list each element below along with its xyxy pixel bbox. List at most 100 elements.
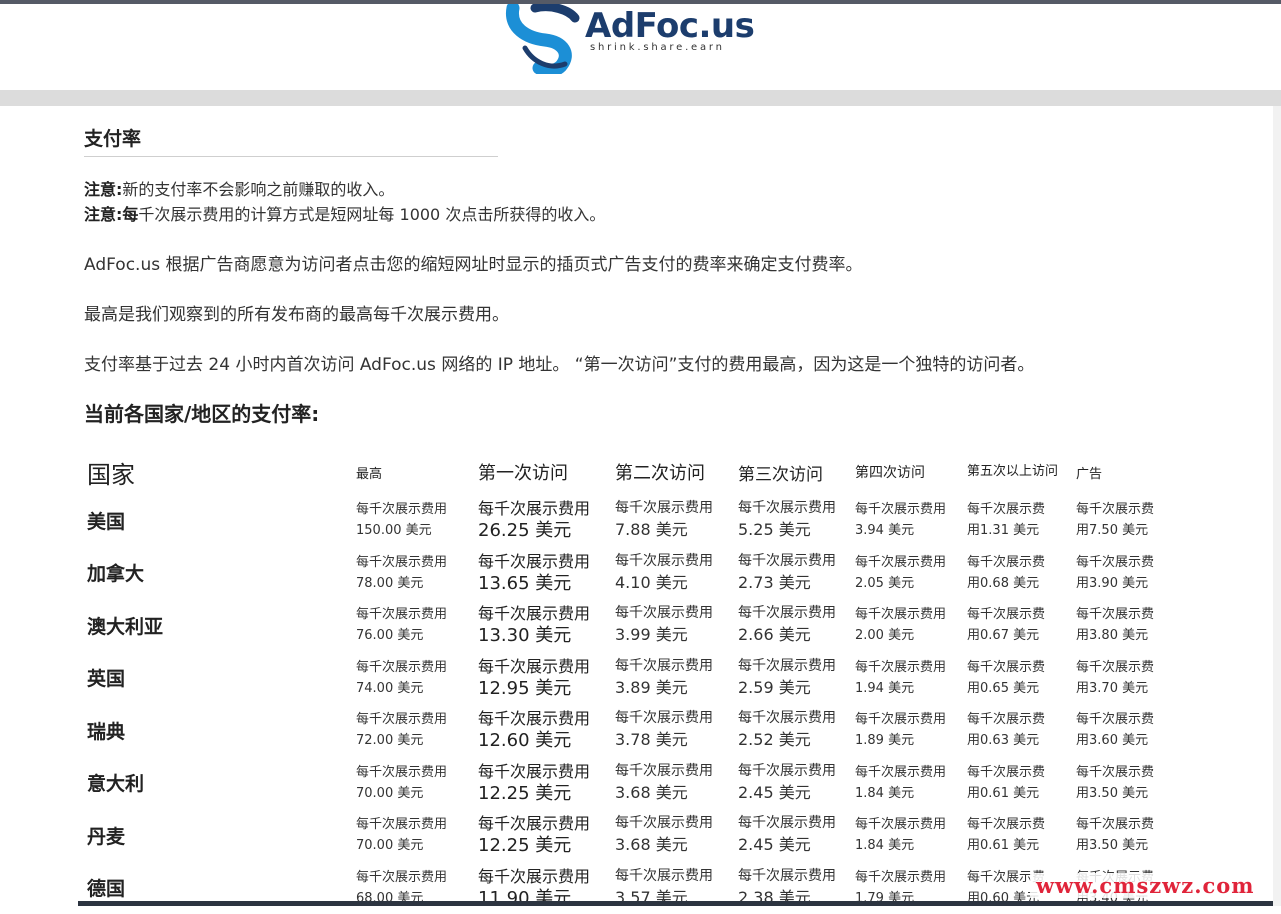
cell-country: 瑞典 bbox=[84, 704, 356, 757]
cell-fourth-visit: 每千次展示费用1.84 美元 bbox=[855, 757, 967, 810]
rate-value: 0.68 美元 bbox=[980, 576, 1039, 591]
cpm-label: 每千次展示费用 bbox=[356, 660, 447, 675]
country-name: 澳大利亚 bbox=[87, 616, 163, 638]
cell-max: 每千次展示费用150.00 美元 bbox=[356, 494, 478, 547]
cpm-label: 每千次展示费 bbox=[1076, 502, 1154, 517]
cell-third-visit: 每千次展示费用5.25 美元 bbox=[738, 494, 855, 547]
table-row: 意大利每千次展示费用70.00 美元每千次展示费用12.25 美元每千次展示费用… bbox=[84, 757, 1176, 810]
rate-value: 1.94 美元 bbox=[855, 681, 914, 696]
cell-first-visit: 每千次展示费用13.30 美元 bbox=[478, 599, 615, 652]
cell-second-visit: 每千次展示费用3.99 美元 bbox=[615, 599, 738, 652]
table-row: 英国每千次展示费用74.00 美元每千次展示费用12.95 美元每千次展示费用3… bbox=[84, 652, 1176, 705]
rate-value: 0.63 美元 bbox=[980, 733, 1039, 748]
cell-max: 每千次展示费用70.00 美元 bbox=[356, 809, 478, 862]
rate-value: 70.00 美元 bbox=[356, 838, 423, 853]
cpm-label: 每千次展示费用 bbox=[478, 499, 590, 518]
cell-second-visit: 每千次展示费用4.10 美元 bbox=[615, 547, 738, 600]
cell-third-visit: 每千次展示费用2.38 美元 bbox=[738, 862, 855, 914]
cpm-label: 每千次展示费用 bbox=[855, 660, 946, 675]
rate-value: 3.70 美元 bbox=[1089, 681, 1148, 696]
cell-fourth-visit: 每千次展示费用 1.94 美元 bbox=[855, 652, 967, 705]
rate-value: 70.00 美元 bbox=[356, 786, 423, 801]
cell-fourth-visit: 每千次展示费用2.05 美元 bbox=[855, 547, 967, 600]
rate-value: 7.88 美元 bbox=[615, 520, 688, 539]
cell-second-visit: 每千次展示费用 3.78 美元 bbox=[615, 704, 738, 757]
rate-value: 2.45 美元 bbox=[738, 835, 811, 854]
note-1: 注意:新的支付率不会影响之前赚取的收入。 bbox=[84, 176, 394, 200]
cpm-label: 每千次展示费用 bbox=[615, 710, 713, 726]
rate-value: 13.65 美元 bbox=[478, 573, 571, 594]
rate-value: 0.67 美元 bbox=[980, 628, 1039, 643]
cpm-label-tail: 用 bbox=[1076, 681, 1089, 696]
cell-fifth-plus-visit: 每千次展示费用0.68 美元 bbox=[967, 547, 1076, 600]
cell-first-visit: 每千次展示费用12.60 美元 bbox=[478, 704, 615, 757]
cell-fifth-plus-visit: 每千次展示费用0.63 美元 bbox=[967, 704, 1076, 757]
header-fourth-visit: 第四次访问 bbox=[855, 450, 967, 494]
cell-second-visit: 每千次展示费用7.88 美元 bbox=[615, 494, 738, 547]
cell-second-visit: 每千次展示费用3.89 美元 bbox=[615, 652, 738, 705]
rate-value: 2.73 美元 bbox=[738, 573, 811, 592]
cell-first-visit: 每千次展示费用26.25 美元 bbox=[478, 494, 615, 547]
cell-fourth-visit: 每千次展示费用1.79 美元 bbox=[855, 862, 967, 914]
rate-value: 2.59 美元 bbox=[738, 678, 811, 697]
header-first-visit: 第一次访问 bbox=[478, 450, 615, 494]
note-2: 注意:每千次展示费用的计算方式是短网址每 1000 次点击所获得的收入。 bbox=[84, 201, 605, 225]
cell-second-visit: 每千次展示费用3.68 美元 bbox=[615, 757, 738, 810]
cpm-label: 每千次展示费用 bbox=[615, 553, 713, 569]
rate-value: 2.00 美元 bbox=[855, 628, 914, 643]
cell-third-visit: 每千次展示费用2.45 美元 bbox=[738, 809, 855, 862]
logo-wordmark: AdFoc.us bbox=[585, 6, 754, 46]
cell-country: 丹麦 bbox=[84, 809, 356, 862]
rate-value: 7.50 美元 bbox=[1089, 523, 1148, 538]
rate-value: 12.25 美元 bbox=[478, 783, 571, 804]
rate-value: 2.45 美元 bbox=[738, 783, 811, 802]
rate-value: 76.00 美元 bbox=[356, 628, 423, 643]
cpm-label-tail: 用 bbox=[967, 786, 980, 801]
cpm-label: 每千次展示费用 bbox=[738, 763, 836, 779]
cell-ad: 每千次展示费用7.50 美元 bbox=[1076, 494, 1176, 547]
cell-first-visit: 每千次展示费用12.25 美元 bbox=[478, 809, 615, 862]
rate-value: 2.66 美元 bbox=[738, 625, 811, 644]
site-header: AdFoc.us shrink.share.earn bbox=[0, 4, 1281, 90]
cell-max: 每千次展示费用76.00 美元 bbox=[356, 599, 478, 652]
cell-fifth-plus-visit: 每千次展示费用0.65 美元 bbox=[967, 652, 1076, 705]
cpm-label: 每千次展示费 bbox=[967, 765, 1045, 780]
country-name: 德国 bbox=[87, 878, 125, 900]
country-name: 瑞典 bbox=[87, 721, 125, 743]
rate-value: 78.00 美元 bbox=[356, 576, 423, 591]
cpm-label: 每千次展示费用 bbox=[855, 555, 946, 570]
cpm-label-tail: 用 bbox=[1076, 786, 1089, 801]
cpm-label: 每千次展示费 bbox=[967, 660, 1045, 675]
table-header-row: 国家 最高 第一次访问 第二次访问 第三次访问 第四次访问 第五次以上访问 广告 bbox=[84, 450, 1176, 494]
rate-value: 0.61 美元 bbox=[980, 786, 1039, 801]
cpm-label: 每千次展示费 bbox=[967, 817, 1045, 832]
cell-country: 加拿大 bbox=[84, 547, 356, 600]
cell-ad: 每千次展示费用3.80 美元 bbox=[1076, 599, 1176, 652]
cpm-label: 每千次展示费 bbox=[967, 555, 1045, 570]
rate-value: 74.00 美元 bbox=[356, 681, 423, 696]
cpm-label-tail: 用 bbox=[967, 576, 980, 591]
cpm-label: 每千次展示费用 bbox=[855, 870, 946, 885]
page-title: 支付率 bbox=[84, 124, 141, 151]
rate-value: 3.99 美元 bbox=[615, 625, 688, 644]
note-text: 新的支付率不会影响之前赚取的收入。 bbox=[122, 180, 394, 199]
cpm-label: 每千次展示费用 bbox=[738, 658, 836, 674]
cpm-label: 每千次展示费用 bbox=[478, 657, 590, 676]
rate-value: 150.00 美元 bbox=[356, 523, 432, 538]
cell-second-visit: 每千次展示费用3.57 美元 bbox=[615, 862, 738, 914]
rate-value: 3.78 美元 bbox=[615, 730, 688, 749]
adfocus-logo[interactable]: AdFoc.us shrink.share.earn bbox=[505, 4, 775, 74]
cpm-label: 每千次展示费 bbox=[1076, 817, 1154, 832]
cell-country: 意大利 bbox=[84, 757, 356, 810]
cpm-label: 每千次展示费用 bbox=[855, 712, 946, 727]
page-scrollbar[interactable] bbox=[1273, 106, 1281, 906]
cpm-label: 每千次展示费 bbox=[967, 607, 1045, 622]
cpm-label-tail: 用 bbox=[1076, 628, 1089, 643]
cell-ad: 每千次展示费用3.70 美元 bbox=[1076, 652, 1176, 705]
rate-value: 2.52 美元 bbox=[738, 730, 811, 749]
country-name: 丹麦 bbox=[87, 826, 125, 848]
rate-value: 3.80 美元 bbox=[1089, 628, 1148, 643]
cell-third-visit: 每千次展示费用 2.45 美元 bbox=[738, 757, 855, 810]
cpm-label-tail: 用 bbox=[967, 733, 980, 748]
cell-ad: 每千次展示费用3.50 美元 bbox=[1076, 757, 1176, 810]
